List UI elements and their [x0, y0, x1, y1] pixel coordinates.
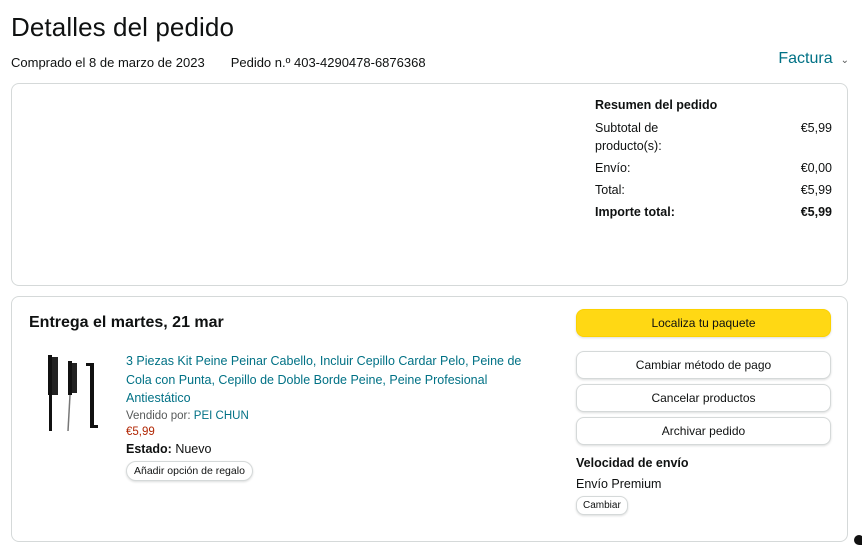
summary-value: €5,99 — [800, 183, 832, 197]
product-price: €5,99 — [126, 425, 155, 438]
cancel-items-button[interactable]: Cancelar productos — [576, 384, 831, 412]
change-shipping-button[interactable]: Cambiar — [576, 496, 628, 515]
change-payment-button[interactable]: Cambiar método de pago — [576, 351, 831, 379]
summary-row-total: Total: €5,99 — [595, 181, 832, 199]
summary-label: Subtotal de producto(s): — [595, 121, 662, 153]
order-summary: Resumen del pedido Subtotal de producto(… — [595, 98, 832, 225]
shipping-speed-title: Velocidad de envío — [576, 456, 689, 470]
archive-order-button[interactable]: Archivar pedido — [576, 417, 831, 445]
sold-by: Vendido por: PEI CHUN — [126, 410, 546, 422]
invoice-dropdown[interactable]: Factura ⌄ — [778, 50, 849, 68]
purchase-date: Comprado el 8 de marzo de 2023 — [11, 55, 205, 70]
order-actions: Localiza tu paquete Cambiar método de pa… — [576, 309, 832, 515]
order-meta: Comprado el 8 de marzo de 2023 Pedido n.… — [11, 55, 426, 70]
add-gift-option-button[interactable]: Añadir opción de regalo — [126, 460, 253, 481]
summary-row-grand-total: Importe total: €5,99 — [595, 203, 832, 221]
chevron-down-icon: ⌄ — [840, 54, 849, 66]
shipping-speed-value: Envío Premium — [576, 477, 662, 491]
seller-link[interactable]: PEI CHUN — [194, 410, 249, 422]
invoice-label: Factura — [778, 50, 833, 67]
product-title-link[interactable]: 3 Piezas Kit Peine Peinar Cabello, Inclu… — [126, 352, 546, 408]
summary-label: Total: — [595, 183, 625, 197]
product-info: 3 Piezas Kit Peine Peinar Cabello, Inclu… — [126, 352, 546, 481]
product-image[interactable] — [44, 353, 102, 433]
summary-label: Importe total: — [595, 205, 675, 219]
condition-value: Nuevo — [175, 441, 212, 456]
shipment-card: Entrega el martes, 21 mar 3 Piezas Kit P… — [11, 296, 848, 542]
summary-value: €5,99 — [800, 205, 832, 219]
product-condition: Estado: Nuevo — [126, 442, 546, 456]
page-title: Detalles del pedido — [11, 12, 235, 42]
summary-title: Resumen del pedido — [595, 98, 718, 112]
summary-row-subtotal: Subtotal de producto(s): €5,99 — [595, 119, 832, 155]
order-summary-card: Resumen del pedido Subtotal de producto(… — [11, 83, 848, 286]
sold-by-label: Vendido por: — [126, 409, 191, 422]
order-number: Pedido n.º 403-4290478-6876368 — [230, 55, 426, 70]
condition-label: Estado: — [126, 441, 172, 456]
delivery-title: Entrega el martes, 21 mar — [29, 314, 224, 331]
summary-row-shipping: Envío: €0,00 — [595, 159, 832, 177]
summary-value: €5,99 — [800, 121, 832, 135]
mouse-cursor-icon — [854, 535, 862, 545]
track-package-button[interactable]: Localiza tu paquete — [576, 309, 831, 337]
summary-label: Envío: — [595, 161, 631, 175]
summary-value: €0,00 — [800, 161, 832, 175]
